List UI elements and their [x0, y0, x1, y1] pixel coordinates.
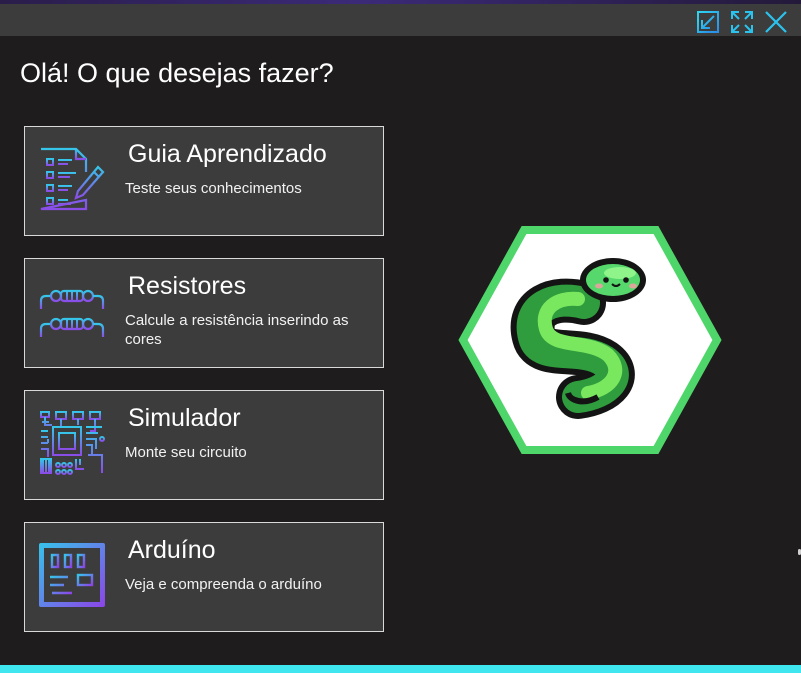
menu-card-arduino[interactable]: Arduíno Veja e compreenda o arduíno	[24, 522, 384, 632]
card-description: Calcule a resistência inserindo as cores	[125, 312, 349, 348]
bottom-accent-bar	[0, 665, 801, 673]
maximize-window-icon[interactable]	[729, 9, 755, 35]
minimize-window-icon[interactable]	[695, 9, 721, 35]
card-title: Resistores	[128, 272, 247, 300]
card-title: Guia Aprendizado	[128, 140, 327, 168]
menu-card-guia-aprendizado[interactable]: Guia Aprendizado Teste seus conhecimento…	[24, 126, 384, 236]
card-description: Veja e compreenda o arduíno	[125, 576, 322, 593]
card-title: Simulador	[128, 404, 241, 432]
snake-hexagon-logo	[458, 225, 722, 455]
close-window-icon[interactable]	[763, 9, 789, 35]
arduino-chip-icon	[38, 541, 106, 609]
menu-card-resistores[interactable]: Resistores Calcule a resistência inserin…	[24, 258, 384, 368]
card-title: Arduíno	[128, 536, 216, 564]
page-title: Olá! O que desejas fazer?	[20, 58, 334, 88]
checklist-pencil-icon	[38, 145, 106, 213]
circuit-board-icon	[38, 409, 106, 477]
card-description: Monte seu circuito	[125, 444, 247, 461]
card-description: Teste seus conhecimentos	[125, 180, 302, 197]
resistor-icon	[38, 277, 106, 345]
menu-card-simulador[interactable]: Simulador Monte seu circuito	[24, 390, 384, 500]
title-bar	[0, 4, 801, 36]
